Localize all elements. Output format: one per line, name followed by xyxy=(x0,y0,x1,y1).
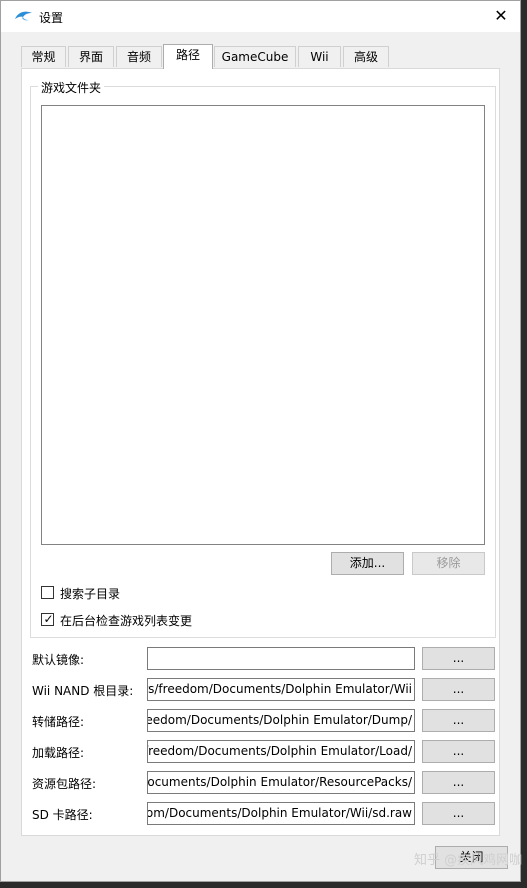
tab-interface[interactable]: 界面 xyxy=(68,46,114,67)
sd-card-browse-button[interactable]: ... xyxy=(422,802,495,825)
default-iso-browse-button[interactable]: ... xyxy=(422,647,495,670)
recursive-label: 搜索子目录 xyxy=(60,587,121,601)
load-path-label: 加载路径: xyxy=(32,746,85,760)
watermark: 知乎 @疾风鸡网咖 xyxy=(414,853,523,868)
tab-general[interactable]: 常规 xyxy=(21,46,66,67)
auto-check-checkbox[interactable]: ✓ xyxy=(41,612,54,626)
resource-pack-path-field[interactable]: Documents/Dolphin Emulator/ResourcePacks… xyxy=(147,771,415,794)
tab-audio[interactable]: 音频 xyxy=(116,46,162,67)
tab-paths[interactable]: 路径 xyxy=(163,44,213,69)
nand-root-label: Wii NAND 根目录: xyxy=(32,684,134,698)
auto-check-label: 在后台检查游戏列表变更 xyxy=(60,614,193,628)
dump-path-field[interactable]: eedom/Documents/Dolphin Emulator/Dump/ xyxy=(147,709,415,732)
default-iso-field[interactable] xyxy=(147,647,415,670)
remove-folder-button[interactable]: 移除 xyxy=(412,552,485,575)
settings-dialog: 设置 ✕ 常规 界面 音频 路径 GameCube Wii 高级 游戏文件夹 添… xyxy=(0,0,523,882)
dump-path-label: 转储路径: xyxy=(32,715,85,729)
default-iso-label: 默认镜像: xyxy=(32,653,85,667)
window-title: 设置 xyxy=(39,11,64,25)
recursive-checkbox[interactable] xyxy=(41,586,54,599)
resource-pack-browse-button[interactable]: ... xyxy=(422,771,495,794)
resource-pack-path-label: 资源包路径: xyxy=(32,777,97,791)
nand-root-field[interactable]: rs/freedom/Documents/Dolphin Emulator/Wi… xyxy=(147,678,415,701)
tab-gamecube[interactable]: GameCube xyxy=(214,46,296,67)
checkmark-icon: ✓ xyxy=(43,612,54,626)
tab-advanced[interactable]: 高级 xyxy=(343,46,389,67)
game-folders-list[interactable] xyxy=(41,105,485,545)
game-folders-title: 游戏文件夹 xyxy=(38,79,105,96)
load-path-browse-button[interactable]: ... xyxy=(422,740,495,763)
nand-root-browse-button[interactable]: ... xyxy=(422,678,495,701)
dolphin-icon xyxy=(15,11,32,21)
dump-path-browse-button[interactable]: ... xyxy=(422,709,495,732)
add-folder-button[interactable]: 添加... xyxy=(331,552,404,575)
tab-wii[interactable]: Wii xyxy=(298,46,341,67)
sd-card-path-label: SD 卡路径: xyxy=(32,808,93,822)
close-icon[interactable]: ✕ xyxy=(490,5,512,27)
title-bar: 设置 ✕ xyxy=(1,1,520,32)
load-path-field[interactable]: freedom/Documents/Dolphin Emulator/Load/ xyxy=(147,740,415,763)
sd-card-path-field[interactable]: om/Documents/Dolphin Emulator/Wii/sd.raw xyxy=(147,802,415,825)
